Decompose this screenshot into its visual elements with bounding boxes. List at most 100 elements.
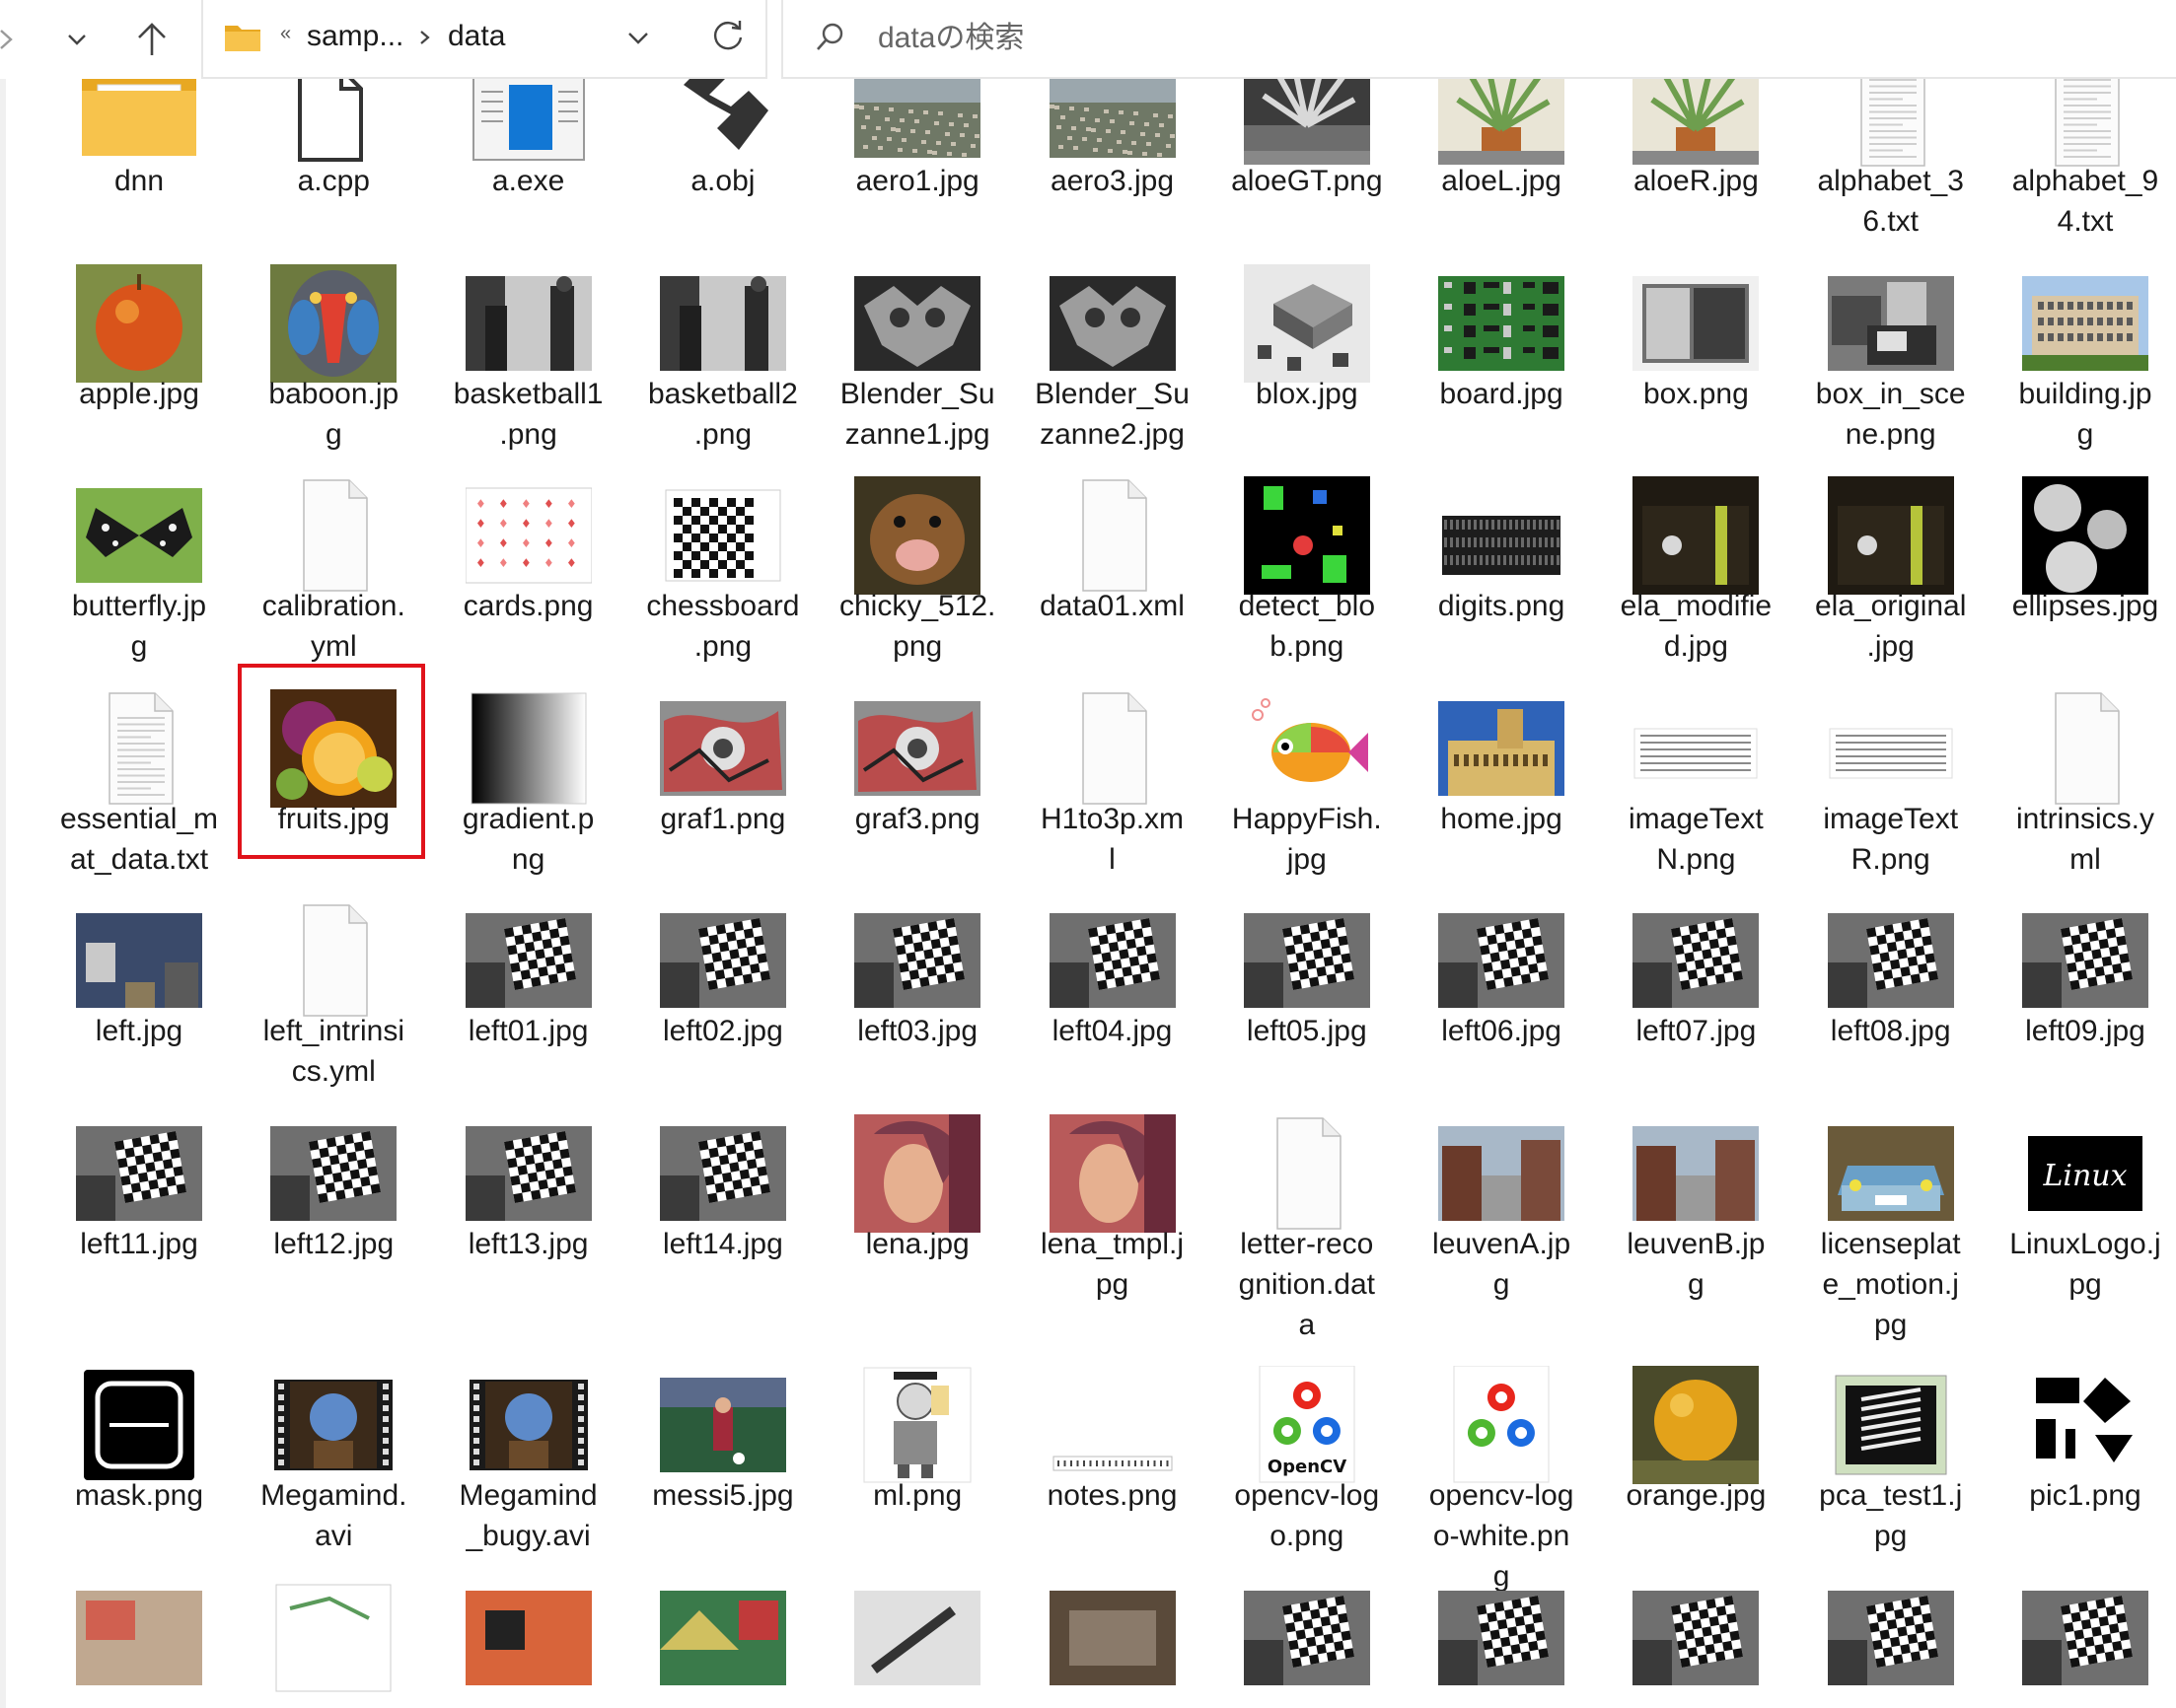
- refresh-icon[interactable]: [708, 16, 748, 55]
- file-item[interactable]: alphabet_9 4.txt: [1989, 79, 2176, 238]
- file-item[interactable]: dnn: [42, 79, 236, 219]
- file-item[interactable]: fruits.jpg: [237, 650, 430, 857]
- file-item[interactable]: left05.jpg: [1210, 862, 1404, 1069]
- file-item[interactable]: Linux LinuxLogo.j pg: [1989, 1075, 2176, 1301]
- file-item[interactable]: H1to3p.xm l: [1016, 650, 1209, 876]
- file-item[interactable]: ++ a.cpp: [237, 79, 430, 219]
- file-item[interactable]: left.jpg: [42, 862, 236, 1069]
- file-item[interactable]: [1794, 1539, 1988, 1708]
- search-input[interactable]: [876, 16, 1768, 61]
- file-item[interactable]: alphabet_3 6.txt: [1794, 79, 1988, 238]
- file-item[interactable]: mask.png: [42, 1326, 236, 1533]
- file-item[interactable]: basketball1 .png: [432, 225, 625, 451]
- file-item[interactable]: left07.jpg: [1599, 862, 1792, 1069]
- file-item[interactable]: graf3.png: [821, 650, 1014, 857]
- file-item[interactable]: box_in_sce ne.png: [1794, 225, 1988, 451]
- file-item[interactable]: [432, 1539, 625, 1708]
- file-item[interactable]: left03.jpg: [821, 862, 1014, 1069]
- file-item[interactable]: licenseplat e_motion.j pg: [1794, 1075, 1988, 1341]
- file-item[interactable]: leuvenA.jp g: [1405, 1075, 1598, 1301]
- file-item[interactable]: OpenCV opencv-log o.png: [1210, 1326, 1404, 1552]
- file-item[interactable]: left04.jpg: [1016, 862, 1209, 1069]
- file-item[interactable]: [821, 1539, 1014, 1708]
- file-item[interactable]: essential_m at_data.txt: [42, 650, 236, 876]
- file-item[interactable]: left08.jpg: [1794, 862, 1988, 1069]
- file-item[interactable]: [237, 1539, 430, 1708]
- file-item[interactable]: leuvenB.jp g: [1599, 1075, 1792, 1301]
- file-item[interactable]: left11.jpg: [42, 1075, 236, 1282]
- file-item[interactable]: graf1.png: [626, 650, 820, 857]
- file-item[interactable]: imageText N.png: [1599, 650, 1792, 876]
- file-item[interactable]: Megamind _bugy.avi: [432, 1326, 625, 1552]
- file-item[interactable]: ml.png: [821, 1326, 1014, 1533]
- file-item[interactable]: [1599, 1539, 1792, 1708]
- file-item[interactable]: data01.xml: [1016, 437, 1209, 644]
- file-item[interactable]: HappyFish. jpg: [1210, 650, 1404, 876]
- up-button[interactable]: [124, 12, 180, 67]
- file-item[interactable]: [1989, 1539, 2176, 1708]
- file-item[interactable]: Blender_Su zanne1.jpg: [821, 225, 1014, 451]
- file-item[interactable]: left_intrinsi cs.yml: [237, 862, 430, 1088]
- file-item[interactable]: home.jpg: [1405, 650, 1598, 857]
- file-item[interactable]: chessboard .png: [626, 437, 820, 663]
- file-item[interactable]: [626, 1539, 820, 1708]
- file-item[interactable]: blox.jpg: [1210, 225, 1404, 432]
- recent-locations-button[interactable]: [49, 12, 105, 67]
- search-box[interactable]: [781, 0, 2176, 79]
- file-item[interactable]: aero1.jpg: [821, 79, 1014, 219]
- file-item[interactable]: calibration. yml: [237, 437, 430, 663]
- chevron-right-icon[interactable]: [414, 24, 436, 51]
- file-item[interactable]: aero3.jpg: [1016, 79, 1209, 219]
- file-item[interactable]: orange.jpg: [1599, 1326, 1792, 1533]
- file-item[interactable]: basketball2 .png: [626, 225, 820, 451]
- file-item[interactable]: chicky_512. png: [821, 437, 1014, 663]
- file-item[interactable]: intrinsics.y ml: [1989, 650, 2176, 876]
- forward-button[interactable]: [0, 12, 34, 67]
- file-item[interactable]: notes.png: [1016, 1326, 1209, 1533]
- file-item[interactable]: [1016, 1539, 1209, 1708]
- file-item[interactable]: Blender_Su zanne2.jpg: [1016, 225, 1209, 451]
- breadcrumb-overflow[interactable]: «: [280, 23, 291, 45]
- file-item[interactable]: ela_modifie d.jpg: [1599, 437, 1792, 663]
- file-item[interactable]: gradient.p ng: [432, 650, 625, 876]
- breadcrumb-item-parent[interactable]: samp...: [307, 20, 403, 53]
- file-item[interactable]: aloeGT.png: [1210, 79, 1404, 219]
- file-item[interactable]: left12.jpg: [237, 1075, 430, 1282]
- file-item[interactable]: aloeR.jpg: [1599, 79, 1792, 219]
- file-item[interactable]: baboon.jp g: [237, 225, 430, 451]
- file-item[interactable]: detect_blo b.png: [1210, 437, 1404, 663]
- file-item[interactable]: imageText R.png: [1794, 650, 1988, 876]
- file-item[interactable]: Megamind. avi: [237, 1326, 430, 1552]
- file-item[interactable]: pca_test1.j pg: [1794, 1326, 1988, 1552]
- file-item[interactable]: a.obj: [626, 79, 820, 219]
- file-item[interactable]: aloeL.jpg: [1405, 79, 1598, 219]
- file-item[interactable]: left02.jpg: [626, 862, 820, 1069]
- file-item[interactable]: messi5.jpg: [626, 1326, 820, 1533]
- chevron-down-icon[interactable]: [623, 24, 653, 53]
- file-item[interactable]: a.exe: [432, 79, 625, 219]
- file-item[interactable]: left09.jpg: [1989, 862, 2176, 1069]
- breadcrumb-item-current[interactable]: data: [448, 20, 505, 53]
- file-item[interactable]: ♦ ♦ ♦ ♦ ♦ ♦ ♦ ♦ ♦ ♦ ♦ ♦ ♦ ♦ ♦ ♦ ♦ ♦ ♦ ♦ cards.png: [432, 437, 625, 644]
- file-item[interactable]: left13.jpg: [432, 1075, 625, 1282]
- file-item[interactable]: board.jpg: [1405, 225, 1598, 432]
- file-item[interactable]: building.jp g: [1989, 225, 2176, 451]
- file-item[interactable]: lena_tmpl.j pg: [1016, 1075, 1209, 1301]
- file-item[interactable]: box.png: [1599, 225, 1792, 432]
- file-item[interactable]: letter-reco gnition.dat a: [1210, 1075, 1404, 1341]
- file-item[interactable]: apple.jpg: [42, 225, 236, 432]
- file-item[interactable]: ellipses.jpg: [1989, 437, 2176, 644]
- file-item[interactable]: left06.jpg: [1405, 862, 1598, 1069]
- file-item[interactable]: ela_original .jpg: [1794, 437, 1988, 663]
- file-item[interactable]: left14.jpg: [626, 1075, 820, 1282]
- file-item[interactable]: [42, 1539, 236, 1708]
- file-item[interactable]: [1210, 1539, 1404, 1708]
- file-item[interactable]: [1405, 1539, 1598, 1708]
- file-item[interactable]: butterfly.jp g: [42, 437, 236, 663]
- address-bar[interactable]: « samp... data: [201, 0, 767, 79]
- file-item[interactable]: digits.png: [1405, 437, 1598, 644]
- file-item[interactable]: opencv-log o-white.pn g: [1405, 1326, 1598, 1593]
- file-item[interactable]: pic1.png: [1989, 1326, 2176, 1533]
- file-item[interactable]: lena.jpg: [821, 1075, 1014, 1282]
- file-item[interactable]: left01.jpg: [432, 862, 625, 1069]
